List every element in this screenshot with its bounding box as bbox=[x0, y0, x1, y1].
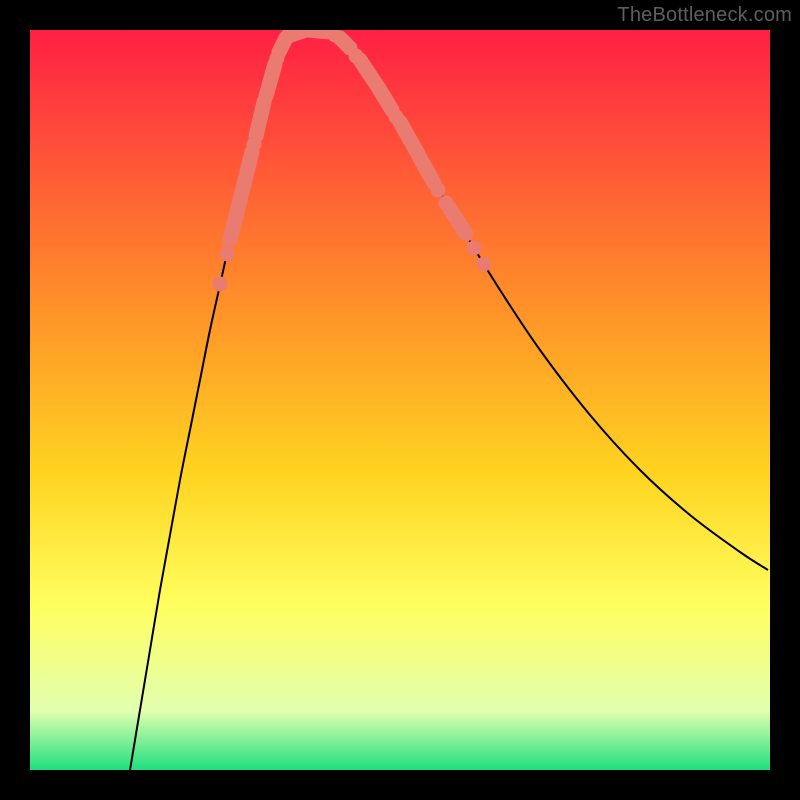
curve-marker-bar bbox=[308, 30, 330, 32]
curve-marker-bar bbox=[230, 196, 241, 240]
curve-marker-bar bbox=[242, 152, 252, 192]
curve-marker-dot bbox=[213, 277, 228, 292]
bottom-marker-cluster bbox=[288, 30, 330, 36]
curve-marker-dot bbox=[467, 241, 482, 256]
curve-marker-bar bbox=[266, 64, 275, 96]
watermark-text: TheBottleneck.com bbox=[617, 4, 792, 27]
curve-marker-dot bbox=[431, 183, 446, 198]
curve-marker-bar bbox=[256, 102, 264, 136]
bottleneck-chart bbox=[30, 30, 770, 770]
curve-marker-bar bbox=[340, 38, 350, 48]
gradient-background bbox=[30, 30, 770, 770]
curve-marker-dot bbox=[477, 257, 492, 272]
curve-marker-dot bbox=[220, 247, 235, 262]
chart-frame bbox=[30, 30, 770, 770]
